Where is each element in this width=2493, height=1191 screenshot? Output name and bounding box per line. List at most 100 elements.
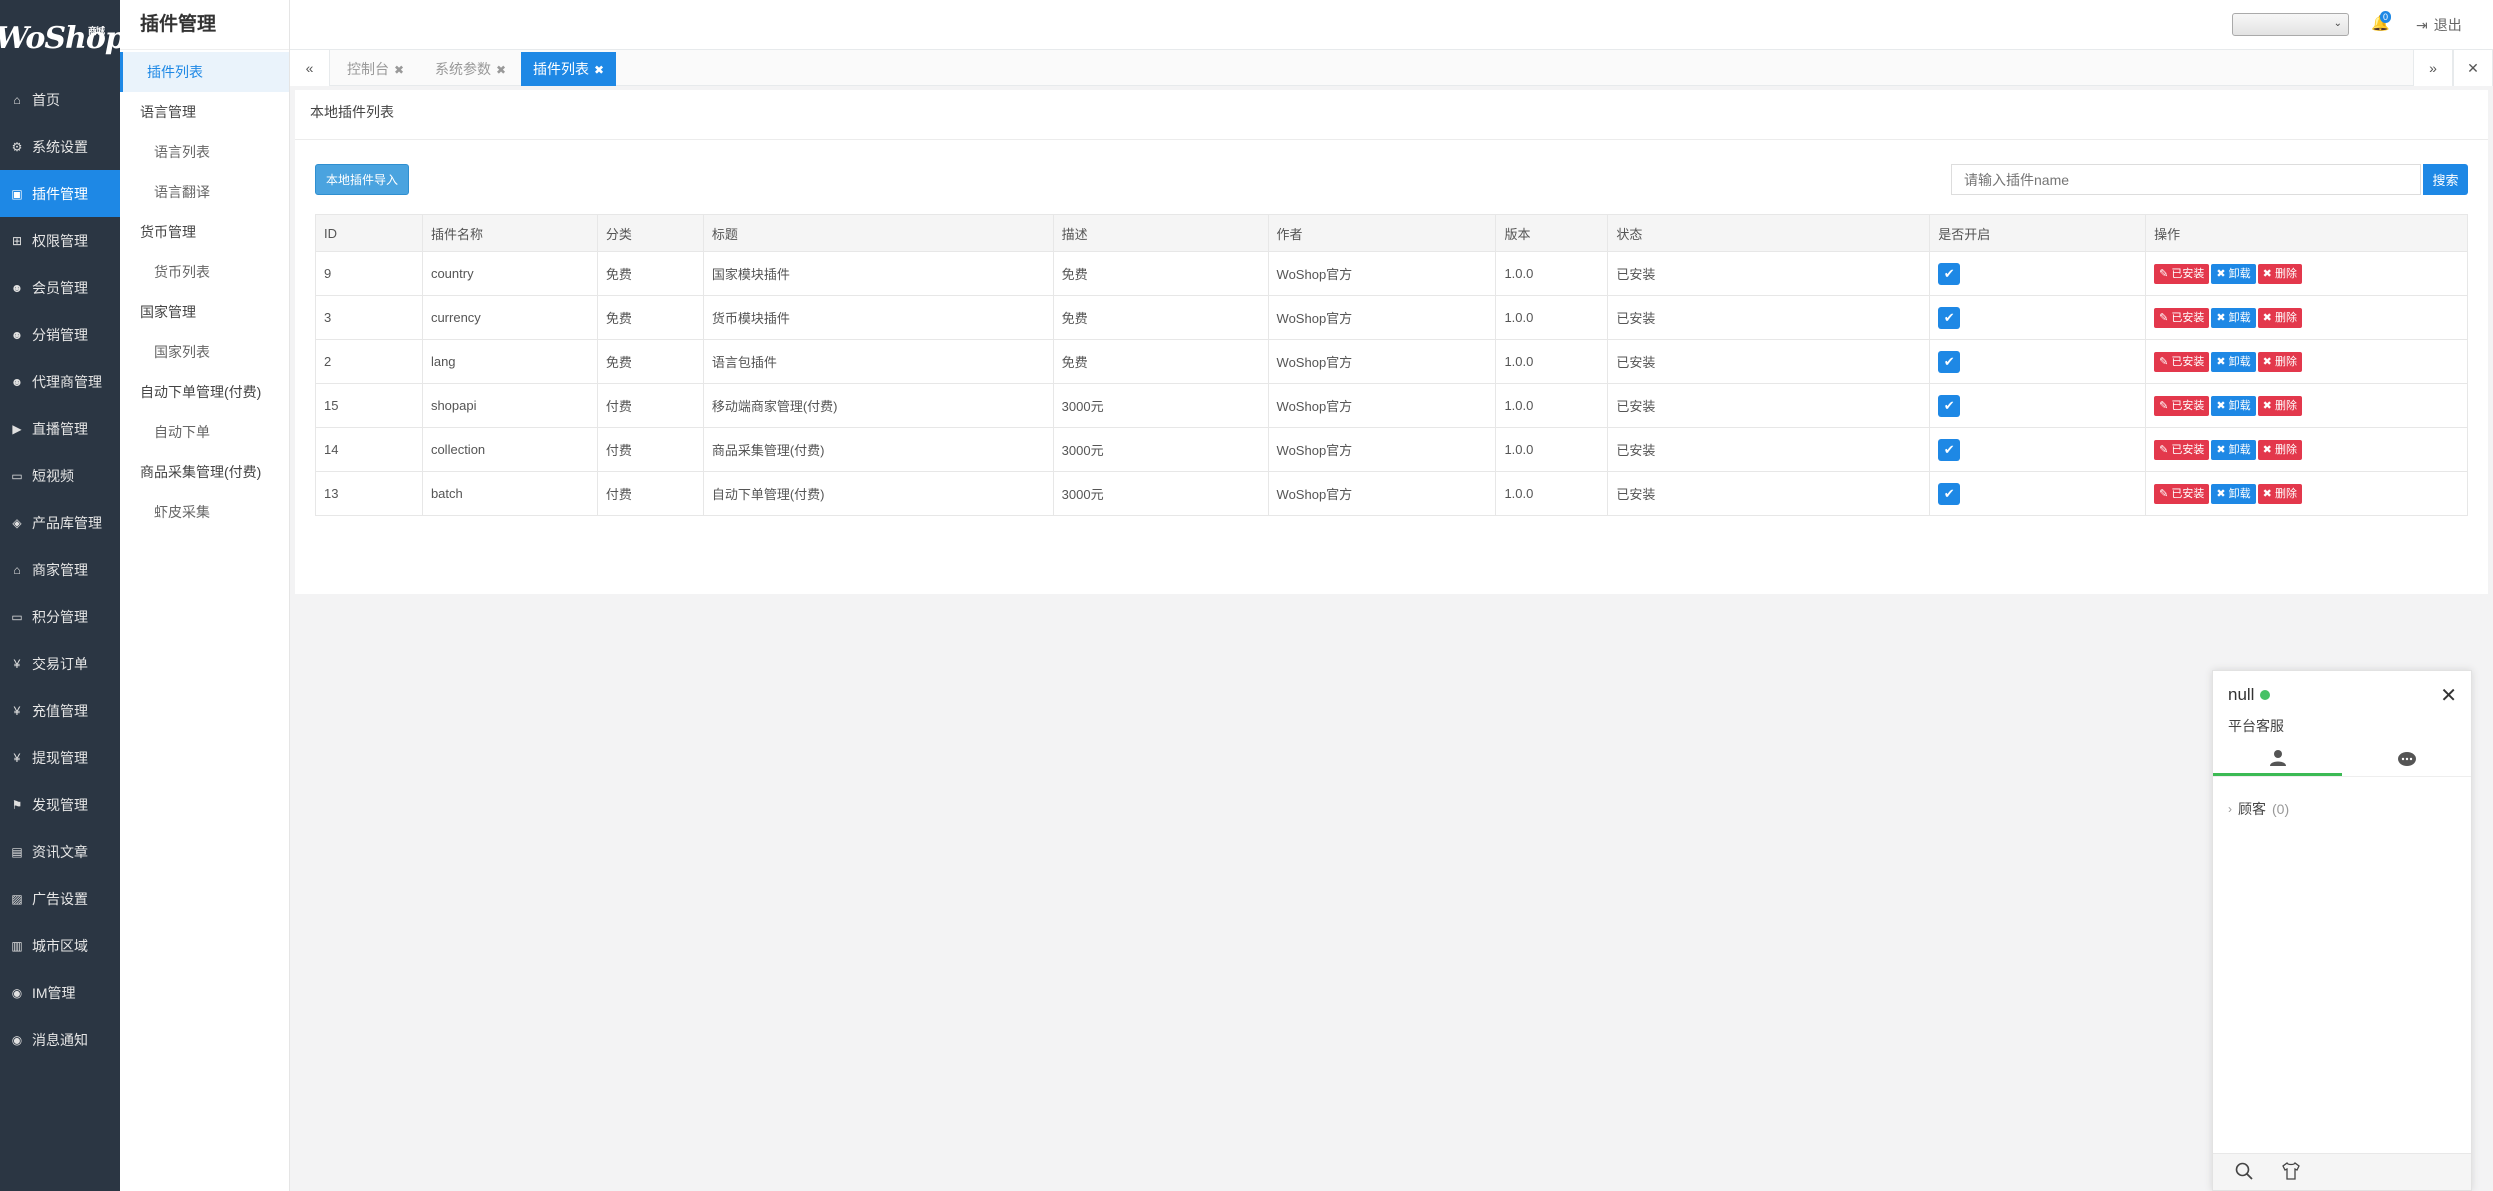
nav-item-8[interactable]: ▭ 短视频 (0, 452, 120, 499)
delete-label: 删除 (2274, 311, 2297, 324)
logout-button[interactable]: ⇥ 退出 (2416, 15, 2462, 35)
nav-item-7[interactable]: ▶ 直播管理 (0, 405, 120, 452)
delete-button[interactable]: ✖ 删除 (2257, 395, 2302, 416)
nav-item-label: 会员管理 (32, 279, 88, 296)
chat-tab-contacts[interactable] (2213, 743, 2342, 776)
subnav-item-5[interactable]: 货币列表 (120, 252, 289, 292)
nav-item-9[interactable]: ◈ 产品库管理 (0, 499, 120, 546)
search-icon[interactable] (2235, 1162, 2253, 1185)
nav-item-label: 提现管理 (32, 749, 88, 766)
cell-name: currency (421, 295, 598, 340)
nav-item-14[interactable]: ¥ 提现管理 (0, 734, 120, 781)
nav-item-13[interactable]: ¥ 充值管理 (0, 687, 120, 734)
delete-button[interactable]: ✖ 删除 (2257, 307, 2302, 328)
nav-item-6[interactable]: ☻ 代理商管理 (0, 358, 120, 405)
cell-id: 9 (315, 251, 423, 296)
delete-label: 删除 (2274, 399, 2297, 412)
subnav-item-1[interactable]: 语言管理 (120, 92, 289, 132)
uninstall-button[interactable]: ✖ 卸载 (2211, 263, 2256, 284)
nav-item-20[interactable]: ◉ 消息通知 (0, 1016, 120, 1063)
times-icon: ✖ (2262, 487, 2272, 500)
tab-1[interactable]: 系统参数 ✖ (423, 52, 518, 86)
chat-tab-messages[interactable] (2342, 743, 2471, 776)
installed-button[interactable]: ✎ 已安装 (2154, 439, 2210, 460)
nav-item-0[interactable]: ⌂ 首页 (0, 76, 120, 123)
subnav-item-7[interactable]: 国家列表 (120, 332, 289, 372)
uninstall-button[interactable]: ✖ 卸载 (2211, 439, 2256, 460)
installed-button[interactable]: ✎ 已安装 (2154, 263, 2210, 284)
enabled-checkbox[interactable]: ✔ (1938, 438, 1961, 461)
subnav-item-6[interactable]: 国家管理 (120, 292, 289, 332)
table-row: 14 collection 付费 商品采集管理(付费) 3000元 WoShop官方 1.0… (315, 427, 2468, 472)
tabs-scroll-left-button[interactable]: « (290, 50, 330, 86)
nav-item-16[interactable]: ▤ 资讯文章 (0, 828, 120, 875)
cell-title: 语言包插件 (702, 339, 1054, 384)
nav-item-3[interactable]: ⊞ 权限管理 (0, 217, 120, 264)
uninstall-label: 卸载 (2228, 267, 2251, 280)
skin-icon[interactable] (2281, 1162, 2301, 1185)
uninstall-button[interactable]: ✖ 卸载 (2211, 483, 2256, 504)
cell-author: WoShop官方 (1267, 251, 1497, 296)
nav-item-2[interactable]: ▣ 插件管理 (0, 170, 120, 217)
subnav-item-2[interactable]: 语言列表 (120, 132, 289, 172)
nav-item-18[interactable]: ▥ 城市区域 (0, 922, 120, 969)
uninstall-button[interactable]: ✖ 卸载 (2211, 307, 2256, 328)
subnav-item-9[interactable]: 自动下单 (120, 412, 289, 452)
tabs-scroll-right-button[interactable]: » (2413, 50, 2453, 86)
nav-item-4[interactable]: ☻ 会员管理 (0, 264, 120, 311)
installed-button[interactable]: ✎ 已安装 (2154, 483, 2210, 504)
tab-0[interactable]: 控制台 ✖ (335, 52, 416, 86)
chat-footer (2213, 1153, 2471, 1190)
search-input[interactable] (1951, 164, 2421, 195)
plugin-table: ID 插件名称 分类 标题 描述 作者 版本 状态 是否开启 操作 9 country 免费 国家模块插… (315, 214, 2468, 516)
nav-item-12[interactable]: ¥ 交易订单 (0, 640, 120, 687)
bank-icon: ⌂ (13, 562, 21, 577)
close-icon[interactable]: ✖ (394, 63, 404, 77)
notification-button[interactable]: 🔔 0 (2371, 11, 2395, 36)
search-button[interactable]: 搜索 (2423, 164, 2468, 195)
subnav-item-10[interactable]: 商品采集管理(付费) (120, 452, 289, 492)
cell-id: 3 (315, 295, 423, 340)
enabled-checkbox[interactable]: ✔ (1938, 350, 1961, 373)
tab-2[interactable]: 插件列表 ✖ (521, 52, 617, 86)
uninstall-button[interactable]: ✖ 卸载 (2211, 351, 2256, 372)
cell-category: 付费 (596, 427, 704, 472)
nav-item-10[interactable]: ⌂ 商家管理 (0, 546, 120, 593)
subnav-item-4[interactable]: 货币管理 (120, 212, 289, 252)
nav-item-label: 权限管理 (32, 232, 88, 249)
language-select[interactable]: ⌄ (2232, 13, 2349, 36)
delete-button[interactable]: ✖ 删除 (2257, 483, 2302, 504)
import-plugin-button[interactable]: 本地插件导入 (315, 164, 409, 195)
nav-item-17[interactable]: ▨ 广告设置 (0, 875, 120, 922)
subnav-item-8[interactable]: 自动下单管理(付费) (120, 372, 289, 412)
enabled-checkbox[interactable]: ✔ (1938, 482, 1961, 505)
map-icon: ▥ (11, 938, 23, 953)
enabled-checkbox[interactable]: ✔ (1938, 262, 1961, 285)
close-icon[interactable]: ✖ (496, 63, 506, 77)
nav-item-1[interactable]: ⚙ 系统设置 (0, 123, 120, 170)
installed-button[interactable]: ✎ 已安装 (2154, 395, 2210, 416)
delete-button[interactable]: ✖ 删除 (2257, 439, 2302, 460)
installed-button[interactable]: ✎ 已安装 (2154, 307, 2210, 328)
column-header: 状态 (1607, 214, 1931, 252)
delete-button[interactable]: ✖ 删除 (2257, 351, 2302, 372)
nav-item-11[interactable]: ▭ 积分管理 (0, 593, 120, 640)
nav-item-19[interactable]: ◉ IM管理 (0, 969, 120, 1016)
enabled-checkbox[interactable]: ✔ (1938, 394, 1961, 417)
enabled-checkbox[interactable]: ✔ (1938, 306, 1961, 329)
close-icon[interactable]: ✖ (594, 63, 604, 77)
delete-button[interactable]: ✖ 删除 (2257, 263, 2302, 284)
cell-actions: ✎ 已安装 ✖ 卸载 ✖ 删除 (2145, 427, 2468, 472)
chat-group-customers[interactable]: › 顾客 (0) (2228, 799, 2289, 819)
chat-close-button[interactable]: ✕ (2440, 683, 2457, 708)
subnav-item-3[interactable]: 语言翻译 (120, 172, 289, 212)
cell-desc: 免费 (1052, 251, 1269, 296)
uninstall-button[interactable]: ✖ 卸载 (2211, 395, 2256, 416)
subnav-item-0[interactable]: 插件列表 (120, 52, 289, 92)
nav-item-5[interactable]: ☻ 分销管理 (0, 311, 120, 358)
installed-button[interactable]: ✎ 已安装 (2154, 351, 2210, 372)
column-header: 是否开启 (1929, 214, 2147, 252)
subnav-item-11[interactable]: 虾皮采集 (120, 492, 289, 532)
nav-item-15[interactable]: ⚑ 发现管理 (0, 781, 120, 828)
close-all-tabs-button[interactable]: ✕ (2453, 50, 2493, 86)
